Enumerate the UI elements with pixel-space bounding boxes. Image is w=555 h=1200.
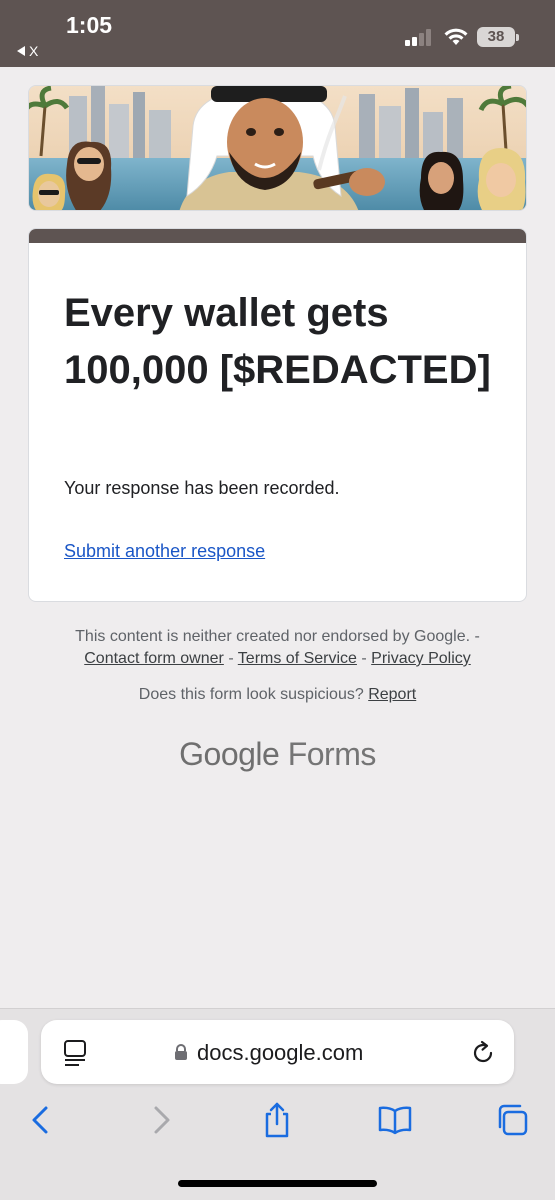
home-indicator[interactable] [178,1180,377,1187]
bookmarks-icon[interactable] [375,1100,415,1140]
google-forms-logo: Google Forms [0,736,555,773]
privacy-policy-link[interactable]: Privacy Policy [371,650,471,667]
back-icon[interactable] [21,1100,61,1140]
back-arrow-icon [17,46,25,56]
report-link[interactable]: Report [368,686,416,703]
footer-links: Contact form owner - Terms of Service - … [0,648,555,670]
suspicious-text: Does this form look suspicious? [138,686,364,703]
battery-icon: 38 [477,27,519,47]
back-to-app-button[interactable]: X [17,43,38,59]
brand-google: Google [179,736,280,772]
status-time: 1:05 [66,12,113,38]
share-icon[interactable] [257,1100,297,1140]
submit-another-response-link[interactable]: Submit another response [64,541,265,562]
signal-icon [405,28,435,46]
address-bar[interactable]: docs.google.com [41,1020,514,1084]
footer-separator: - [361,650,367,667]
page-menu-icon[interactable] [62,1039,88,1067]
contact-form-owner-link[interactable]: Contact form owner [84,650,224,667]
tabs-icon[interactable] [492,1100,532,1140]
url-text: docs.google.com [197,1040,364,1065]
forward-icon[interactable] [141,1100,181,1140]
suspicious-form-notice: Does this form look suspicious? Report [0,686,555,704]
banner-illustration [29,86,526,210]
back-app-label: X [29,43,39,59]
disclaimer-text: This content is neither created nor endo… [75,628,480,645]
status-bar: 1:05 X 38 [0,0,555,67]
reload-icon[interactable] [469,1039,497,1067]
previous-tab-preview[interactable] [0,1020,28,1084]
confirmation-message: Your response has been recorded. [64,478,340,498]
terms-of-service-link[interactable]: Terms of Service [238,650,357,667]
response-card: Every wallet gets 100,000 [$REDACTED] Yo… [28,228,527,602]
lock-icon [175,1044,187,1060]
footer-separator: - [228,650,234,667]
wifi-icon [444,28,468,45]
brand-forms: Forms [287,736,377,772]
card-accent-bar [29,229,526,243]
disclaimer: This content is neither created nor endo… [0,626,555,670]
banner-image [28,85,527,211]
form-title: Every wallet gets 100,000 [$REDACTED] [64,291,491,392]
